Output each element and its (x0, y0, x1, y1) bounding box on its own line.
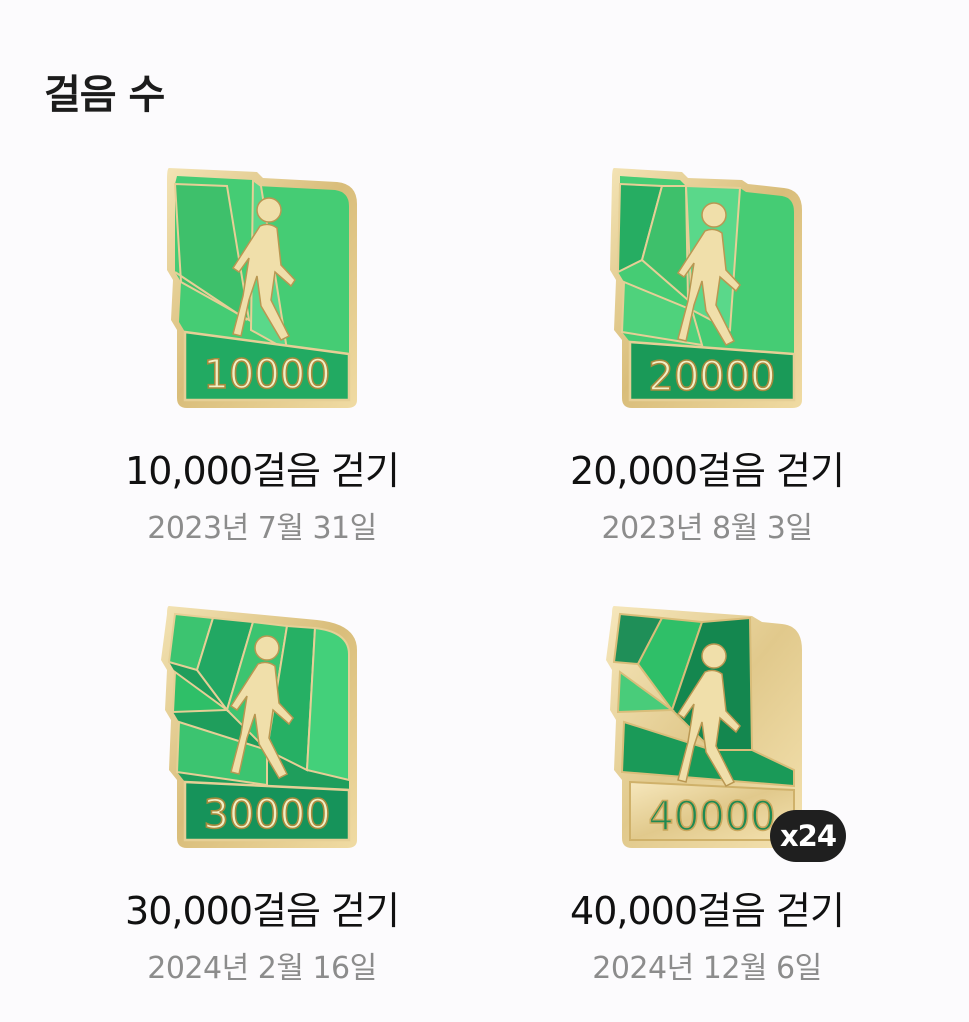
badge-date: 2023년 7월 31일 (147, 511, 377, 546)
badge-card-10000[interactable]: 10000 10,000걸음 걷기 2023년 7월 31일 (52, 150, 472, 570)
badge-number: 30000 (203, 792, 330, 838)
badge-image: 10000 (157, 160, 367, 410)
badge-date: 2024년 2월 16일 (147, 951, 377, 986)
walking-badge-icon: 40000 (606, 606, 802, 848)
badge-date: 2023년 8월 3일 (601, 511, 813, 546)
badge-image: 20000 (602, 160, 812, 410)
badge-card-40000[interactable]: 40000 x24 40,000걸음 걷기 2024년 12월 6일 (497, 590, 917, 1010)
badge-title: 10,000걸음 걷기 (125, 449, 400, 493)
walking-badge-icon: 10000 (167, 168, 357, 408)
badge-title: 40,000걸음 걷기 (570, 889, 845, 933)
walking-badge-icon: 20000 (610, 168, 802, 408)
badge-date: 2024년 12월 6일 (592, 951, 822, 986)
badge-number: 10000 (203, 352, 330, 398)
walking-badge-icon: 30000 (161, 606, 357, 848)
badge-title: 30,000걸음 걷기 (125, 889, 400, 933)
earned-count-badge: x24 (770, 810, 846, 862)
badge-grid: 10000 10,000걸음 걷기 2023년 7월 31일 20000 20,… (0, 0, 969, 1022)
badge-title: 20,000걸음 걷기 (570, 449, 845, 493)
badge-number: 40000 (648, 794, 775, 840)
badge-card-30000[interactable]: 30000 30,000걸음 걷기 2024년 2월 16일 (52, 590, 472, 1010)
badge-image: 30000 (157, 600, 367, 850)
badge-number: 20000 (648, 354, 775, 400)
badge-image: 40000 (602, 600, 812, 850)
badge-card-20000[interactable]: 20000 20,000걸음 걷기 2023년 8월 3일 (497, 150, 917, 570)
